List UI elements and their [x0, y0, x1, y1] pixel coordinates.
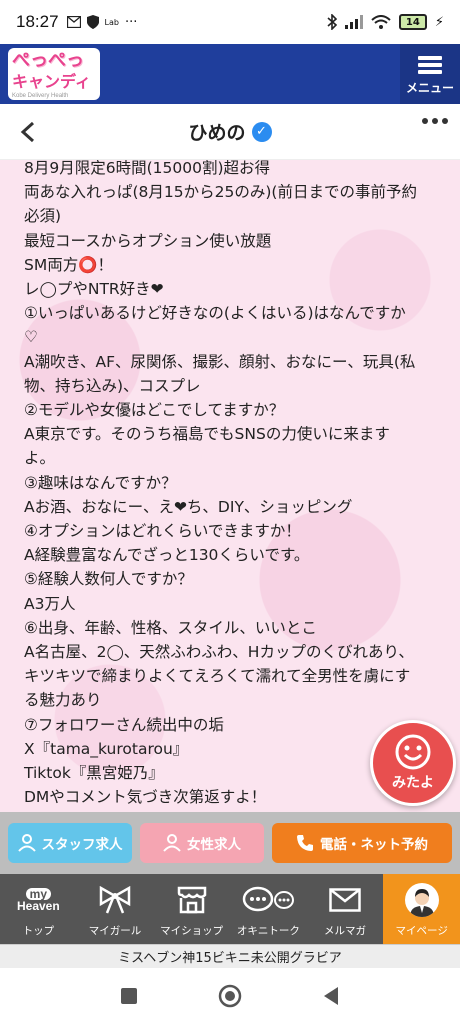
site-logo[interactable]: ぺっぺっ キャンディ Kobe Delivery Health [8, 48, 100, 100]
profile-text-line: A名古屋、2◯、天然ふわふわ、Hカップのくびれあり、 [24, 643, 414, 662]
staff-recruit-label: スタッフ求人 [41, 837, 123, 853]
person-icon [163, 834, 181, 852]
profile-text-line: 8月9月限定6時間(15000割)超お得 [24, 160, 270, 177]
status-bar: 18:27 Lab ··· 14 ⚡ [0, 0, 460, 44]
tab-label: マイページ [395, 925, 448, 937]
phone-icon [297, 835, 313, 851]
status-icons-left: Lab ··· [66, 14, 138, 30]
logo-line1: ぺっぺっ [12, 50, 84, 71]
wifi-icon [371, 15, 391, 29]
shop-icon [177, 881, 207, 919]
profile-text-line: 両あな入れっぱ(8月15から25のみ)(前日までの事前予約 [24, 183, 417, 202]
profile-text-line: 最短コースからオプション使い放題 [24, 231, 272, 250]
action-bar: スタッフ求人 女性求人 電話・ネット予約 [0, 812, 460, 874]
profile-text-line: A経験豊富なんでざっと130くらいです。 [24, 546, 310, 565]
verified-check-icon: ✓ [251, 121, 272, 142]
recents-icon[interactable] [120, 987, 138, 1005]
tab-okini-talk[interactable]: オキニトーク [230, 874, 307, 944]
logo-line2: キャンディ [12, 72, 91, 91]
menu-button[interactable]: メニュー [400, 44, 460, 104]
status-more-dots: ··· [124, 14, 138, 30]
profile-text-line: 物、持ち込み)、コスプレ [24, 376, 201, 395]
profile-text-line: る魅力あり [24, 691, 102, 710]
back-button[interactable] [12, 116, 44, 148]
status-time: 18:27 [16, 12, 59, 31]
back-nav-icon[interactable] [322, 986, 340, 1006]
battery-icon: 14 [398, 14, 427, 30]
brand-header: ぺっぺっ キャンディ Kobe Delivery Health メニュー [0, 44, 460, 104]
profile-text-line: SM両方⭕！ [24, 255, 114, 274]
profile-text-line: A潮吹き、AF、尿関係、撮影、顔射、おなにー、玩具(私 [24, 352, 416, 371]
signal-icon [344, 15, 363, 29]
profile-text-line: ④オプションはどれくらいできますか！ [24, 522, 301, 541]
tab-top[interactable]: my Heaven トップ [0, 874, 77, 944]
tab-label: マイショップ [160, 925, 224, 937]
news-ticker[interactable]: ミスヘブン神15ビキニ未公開グラビア [0, 944, 460, 968]
mitayo-label: みたよ [392, 775, 434, 791]
menu-label: メニュー [405, 80, 454, 95]
hamburger-icon [418, 53, 442, 77]
tab-mail-magazine[interactable]: メルマガ [307, 874, 384, 944]
system-nav-bar [0, 968, 460, 1024]
bluetooth-icon [327, 14, 337, 30]
chat-bubbles-icon [242, 881, 295, 919]
tab-label: マイガール [88, 925, 142, 937]
tab-my-shop[interactable]: マイショップ [153, 874, 230, 944]
home-icon[interactable] [218, 984, 242, 1008]
shield-icon [86, 15, 99, 29]
avatar-icon [404, 883, 439, 917]
tab-my-page[interactable]: マイページ [383, 874, 460, 944]
female-recruit-label: 女性求人 [187, 837, 241, 853]
profile-text-line: ①いっぱいあるけど好きなの(よくはいる)はなんですか [24, 304, 406, 323]
my-heaven-logo-icon: my Heaven [17, 881, 60, 919]
profile-text-line: ⑤経験人数何人ですか？ [24, 570, 193, 589]
profile-text-line: ⑥出身、年齢、性格、スタイル、いいとこ [24, 618, 317, 637]
profile-text-line: ♡ [24, 328, 38, 347]
mail-icon [329, 881, 361, 919]
female-recruit-button[interactable]: 女性求人 [140, 823, 264, 863]
reserve-button[interactable]: 電話・ネット予約 [272, 823, 452, 863]
smile-icon [395, 734, 431, 770]
profile-text-line: ③趣味はなんですか？ [24, 473, 177, 492]
charging-icon: ⚡ [434, 14, 444, 30]
person-icon [17, 834, 36, 852]
logo-sub: Kobe Delivery Health [12, 93, 69, 99]
profile-text-line: ②モデルや女優はどこでしてますか？ [24, 401, 285, 420]
tab-label: トップ [22, 925, 55, 937]
girl-name: ひめの [188, 122, 246, 144]
profile-text-line: A東京です。そのうち福島でもSNSの力使いに来ます [24, 425, 390, 444]
status-icons-right: 14 ⚡ [327, 14, 444, 30]
my-heaven-logo-bottom: Heaven [16, 899, 60, 913]
line-app-icon: Lab [104, 17, 119, 27]
staff-recruit-button[interactable]: スタッフ求人 [8, 823, 132, 863]
more-options-icon[interactable] [422, 118, 448, 124]
tab-label: オキニトーク [236, 925, 300, 937]
news-ticker-text: ミスヘブン神15ビキニ未公開グラビア [118, 951, 342, 966]
tab-label: メルマガ [324, 925, 367, 937]
bottom-tab-bar: my Heaven トップ マイガール マイショップ オキニトーク メルマガ マイ [0, 874, 460, 944]
gmail-icon [66, 16, 81, 28]
profile-text-line: A3万人 [24, 594, 76, 613]
profile-text-line: よ。 [24, 449, 56, 468]
tab-my-girl[interactable]: マイガール [77, 874, 154, 944]
profile-titlebar: ひめの ✓ [0, 104, 460, 160]
profile-body[interactable]: 8月9月限定6時間(15000割)超お得両あな入れっぱ(8月15から25のみ)(… [0, 160, 460, 812]
chevron-left-icon [20, 121, 35, 143]
profile-text-line: 必須) [24, 207, 62, 226]
page-title: ひめの ✓ [188, 118, 272, 145]
profile-text-line: キツキツで締まりよくてえろくて濡れて全男性を虜にす [24, 667, 411, 686]
profile-text-line: レ◯プやNTR好き❤ [24, 280, 164, 299]
profile-text: 8月9月限定6時間(15000割)超お得両あな入れっぱ(8月15から25のみ)(… [24, 160, 444, 812]
mitayo-button[interactable]: みたよ [370, 720, 456, 806]
ribbon-icon [98, 881, 132, 919]
reserve-label: 電話・ネット予約 [320, 837, 428, 853]
profile-text-line: Aお酒、おなにー、え❤ち、DIY、ショッピング [24, 497, 353, 516]
